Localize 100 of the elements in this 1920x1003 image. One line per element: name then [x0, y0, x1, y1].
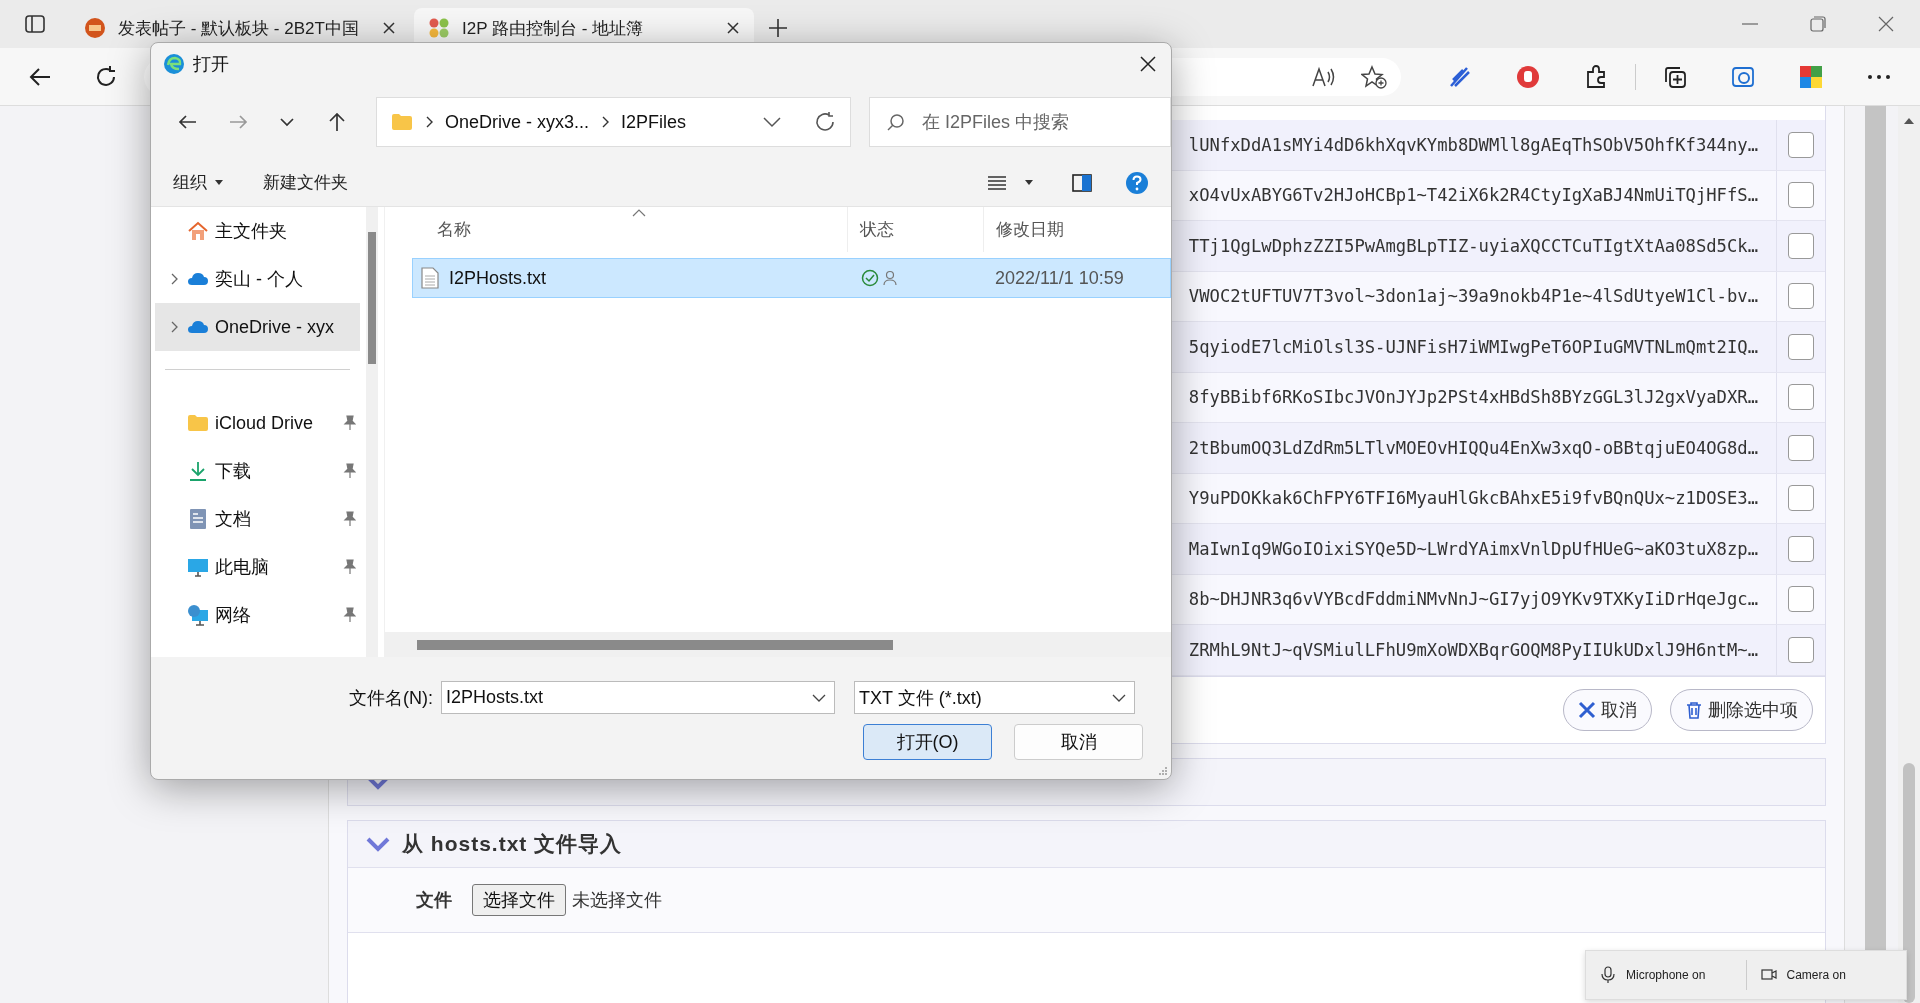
nav-item[interactable]: OneDrive - xyx [155, 303, 360, 351]
browser-tab[interactable]: 发表帖子 - 默认板块 - 2B2T中国 [70, 8, 410, 48]
cross-icon [1578, 700, 1596, 719]
resize-grip-icon[interactable] [1158, 766, 1168, 776]
chevron-right-icon[interactable] [170, 321, 178, 333]
chevron-right-icon [601, 116, 610, 128]
trash-icon [1685, 700, 1703, 719]
destination-text: ZRMhL9NtJ~qVSMiulLFhU9mXoWDXBqrGOQM8PyIIUkUDxlJ9H6ntM~… [1188, 639, 1758, 660]
refresh-icon[interactable] [814, 111, 836, 133]
tab-actions-icon[interactable] [25, 14, 45, 34]
nav-item[interactable]: 下载 [155, 447, 360, 495]
new-folder-button[interactable]: 新建文件夹 [263, 171, 348, 194]
nav-item[interactable]: 网络 [155, 591, 360, 639]
view-list-icon[interactable] [987, 174, 1007, 191]
checkbox[interactable] [1788, 232, 1814, 259]
chevron-down-icon [1112, 693, 1126, 702]
nav-item[interactable]: 文档 [155, 495, 360, 543]
scroll-up-icon[interactable] [1903, 116, 1915, 126]
column-header[interactable]: 名称 [385, 207, 848, 252]
column-header[interactable]: 状态 [848, 207, 984, 252]
browser-logo-icon [163, 53, 185, 75]
text-file-icon [421, 267, 439, 289]
checkbox[interactable] [1788, 182, 1814, 209]
checkbox[interactable] [1788, 636, 1814, 663]
dots-logo-icon [428, 17, 450, 39]
nav-item[interactable]: 此电脑 [155, 543, 360, 591]
file-row[interactable]: I2PHosts.txt 2022/11/1 10:59 [412, 258, 1171, 298]
delete-selected-button[interactable]: 删除选中项 [1670, 688, 1813, 731]
checkbox[interactable] [1788, 283, 1814, 310]
checkbox[interactable] [1788, 333, 1814, 360]
checkbox[interactable] [1788, 535, 1814, 562]
pin-icon[interactable] [342, 415, 356, 431]
favorite-add-icon[interactable] [1361, 64, 1387, 89]
destination-text: lUNfxDdA1sMYi4dD6khXqvKYmb8DWMll8gAEqThSObV5OhfKf344ny… [1188, 134, 1758, 155]
microphone-icon [1600, 966, 1616, 984]
close-icon[interactable] [382, 21, 396, 35]
scrollbar-thumb[interactable] [1903, 763, 1915, 1003]
scrollbar-thumb[interactable] [417, 639, 893, 650]
pin-icon[interactable] [342, 463, 356, 479]
file-status: 未选择文件 [572, 888, 662, 912]
nav-item[interactable]: 主文件夹 [155, 207, 360, 255]
network-icon [187, 604, 209, 626]
multicolor-extension-icon[interactable] [1798, 63, 1824, 90]
home-icon [187, 220, 209, 242]
chevron-right-icon [425, 116, 433, 128]
caret-icon [215, 179, 223, 186]
section-title: 从 hosts.txt 文件导入 [402, 830, 623, 857]
read-aloud-icon[interactable] [1311, 65, 1335, 88]
scrollbar[interactable] [366, 207, 378, 657]
checkbox[interactable] [1788, 586, 1814, 613]
refresh-icon[interactable] [94, 64, 118, 89]
path-bar[interactable]: OneDrive - xyx3... I2PFiles [376, 97, 851, 147]
open-button[interactable]: 打开(O) [863, 724, 992, 760]
sort-caret-icon [632, 209, 646, 217]
file-name: I2PHosts.txt [449, 267, 547, 289]
nav-item[interactable]: 奕山 - 个人 [155, 255, 360, 303]
column-header[interactable]: 修改日期 [984, 207, 1171, 252]
folder-icon [391, 113, 413, 131]
scrollbar[interactable] [385, 632, 1171, 657]
destination-text: 8b~DHJNR3q6vVYBcdFddmiNMvNnJ~GI7yjO9YKv9TXKyIiDrHqeJgc… [1188, 589, 1758, 610]
search-field[interactable]: 在 I2PFiles 中搜索 [869, 97, 1171, 147]
destination-text: Y9uPDOKkak6ChFPY6TFI6MyauHlGkcBAhxE5i9fvBQnQUx~z1DOSE3… [1188, 488, 1758, 509]
preview-pane-icon[interactable] [1071, 172, 1093, 193]
destination-text: 8fyBBibf6RKoSIbcJVOnJYJp2PSt4xHBdSh8BYzGGL3lJ2gxVyaDXR… [1188, 387, 1758, 408]
person-icon [883, 270, 897, 286]
checkbox[interactable] [1788, 434, 1814, 461]
document-icon [187, 508, 209, 530]
chevron-down-icon[interactable] [812, 693, 826, 702]
file-type-dropdown[interactable]: TXT 文件 (*.txt) [854, 681, 1135, 714]
organize-menu[interactable]: 组织 [173, 171, 223, 194]
field-label: 文件名(N): [348, 686, 434, 710]
computer-icon [187, 556, 209, 578]
synced-check-icon [861, 269, 879, 287]
scrollbar-thumb[interactable] [368, 232, 376, 364]
chevron-down-icon[interactable] [762, 116, 782, 128]
cancel-button[interactable]: 取消 [1014, 724, 1143, 760]
notification-text: Microphone on [1626, 968, 1706, 982]
cancel-button[interactable]: 取消 [1563, 688, 1652, 731]
restore-icon[interactable] [1808, 14, 1828, 34]
caret-icon[interactable] [1025, 179, 1033, 186]
choose-file-button[interactable]: 选择文件 [472, 883, 566, 916]
pin-icon[interactable] [342, 607, 356, 623]
filename-field[interactable]: I2PHosts.txt [441, 681, 835, 714]
help-icon[interactable] [1125, 170, 1149, 195]
checkbox[interactable] [1788, 384, 1814, 411]
path-segment[interactable]: I2PFiles [621, 111, 687, 133]
destination-text: 5qyiodE7lcMiOlsl3S-UJNFisH7iWMIwgPeT6OPIuGMVTNLmQmt2IQ… [1188, 336, 1758, 357]
checkbox[interactable] [1788, 485, 1814, 512]
close-icon[interactable] [1139, 55, 1157, 73]
pin-icon[interactable] [342, 559, 356, 575]
new-tab-icon[interactable] [768, 18, 788, 38]
checkbox[interactable] [1788, 131, 1814, 158]
scrollbar[interactable] [1898, 106, 1920, 1003]
pin-icon[interactable] [342, 511, 356, 527]
nav-item[interactable]: iCloud Drive [155, 399, 360, 447]
download-icon [187, 460, 209, 482]
dialog-title: 打开 [193, 53, 230, 76]
path-segment[interactable]: OneDrive - xyx3... [445, 111, 590, 133]
chevron-right-icon[interactable] [170, 273, 178, 285]
close-icon[interactable] [726, 21, 740, 35]
